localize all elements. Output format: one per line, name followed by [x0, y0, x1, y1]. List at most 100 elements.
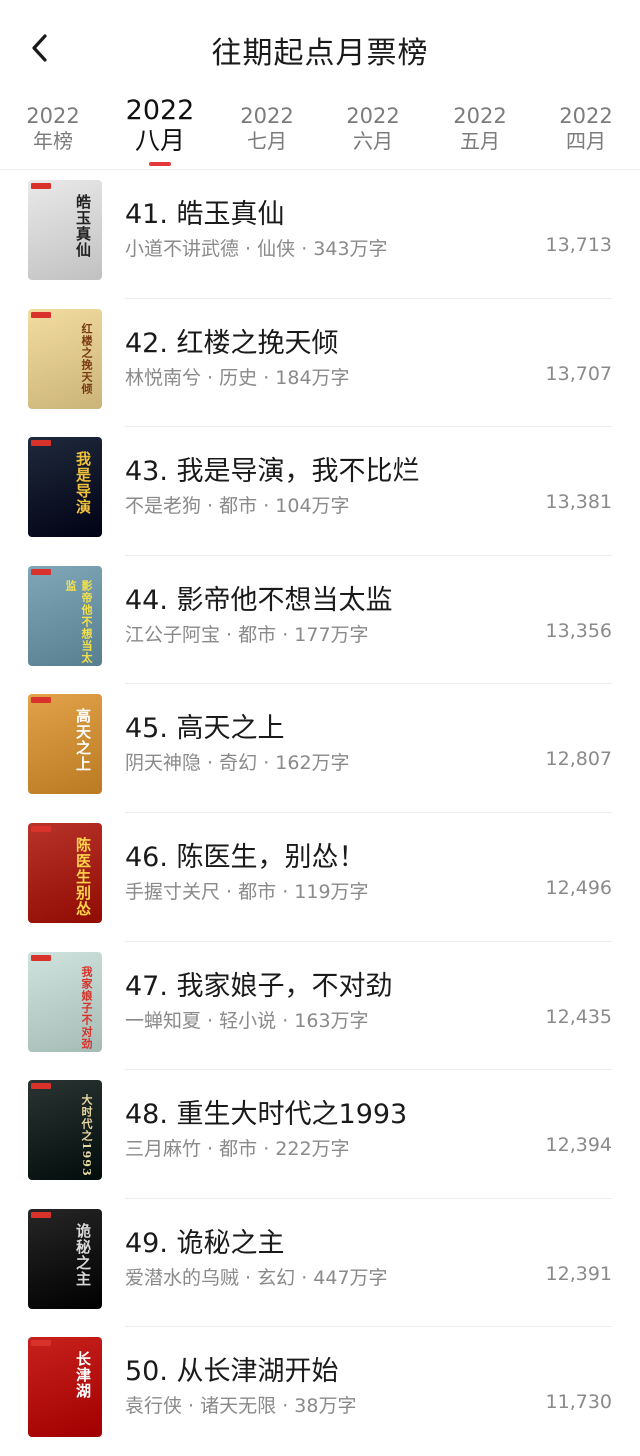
book-cover: 红楼之挽天倾	[28, 308, 102, 409]
book-title: 47. 我家娘子，不对劲	[125, 970, 393, 1002]
book-words: 38万字	[294, 1395, 357, 1418]
book-author: 林悦南兮	[125, 366, 202, 389]
book-cover: 我家娘子不对劲	[28, 951, 102, 1052]
book-title: 49. 诡秘之主	[125, 1227, 285, 1259]
vote-count: 12,391	[545, 1262, 612, 1285]
book-genre: 诸天无限	[200, 1395, 277, 1418]
tab-2022-july[interactable]: 2022 七月	[217, 92, 317, 170]
tab-year: 2022	[240, 104, 294, 128]
book-genre: 玄幻	[257, 1266, 296, 1289]
vote-count: 11,730	[545, 1391, 612, 1414]
book-words: 104万字	[275, 495, 350, 518]
book-genre: 都市	[219, 1138, 258, 1161]
book-genre: 都市	[238, 880, 277, 903]
tab-year: 2022	[125, 95, 195, 126]
book-title: 50. 从长津湖开始	[125, 1356, 339, 1388]
tab-year: 2022	[26, 104, 80, 128]
book-words: 447万字	[313, 1266, 388, 1289]
vote-count: 12,496	[545, 876, 612, 899]
book-row[interactable]: 长津湖 50. 从长津湖开始 袁行侠 · 诸天无限 · 38万字 11,730	[0, 1327, 640, 1456]
book-cover: 陈医生别怂	[28, 822, 102, 923]
book-author: 江公子阿宝	[125, 623, 221, 646]
book-meta: 袁行侠 · 诸天无限 · 38万字	[125, 1395, 357, 1418]
book-row[interactable]: 我家娘子不对劲 47. 我家娘子，不对劲 一蝉知夏 · 轻小说 · 163万字 …	[0, 942, 640, 1071]
book-meta: 不是老狗 · 都市 · 104万字	[125, 495, 350, 518]
ranking-list: 皓玉真仙 41. 皓玉真仙 小道不讲武德 · 仙侠 · 343万字 13,713…	[0, 170, 640, 1456]
book-title: 48. 重生大时代之1993	[125, 1099, 408, 1131]
book-cover: 影帝他不想当太监	[28, 565, 102, 666]
book-genre: 轻小说	[219, 1009, 277, 1032]
book-cover: 高天之上	[28, 694, 102, 795]
book-words: 162万字	[275, 752, 350, 775]
vote-count: 13,707	[545, 362, 612, 385]
book-cover: 皓玉真仙	[28, 180, 102, 280]
book-title: 44. 影帝他不想当太监	[125, 584, 393, 616]
vote-count: 13,381	[545, 491, 612, 514]
book-meta: 三月麻竹 · 都市 · 222万字	[125, 1138, 350, 1161]
tab-label: 五月	[460, 129, 500, 153]
book-meta: 爱潜水的乌贼 · 玄幻 · 447万字	[125, 1266, 388, 1289]
vote-count: 13,713	[545, 234, 612, 256]
book-genre: 奇幻	[219, 752, 258, 775]
book-words: 177万字	[294, 623, 369, 646]
vote-count: 12,435	[545, 1005, 612, 1028]
book-meta: 江公子阿宝 · 都市 · 177万字	[125, 623, 369, 646]
book-row[interactable]: 皓玉真仙 41. 皓玉真仙 小道不讲武德 · 仙侠 · 343万字 13,713	[0, 170, 640, 299]
book-row[interactable]: 红楼之挽天倾 42. 红楼之挽天倾 林悦南兮 · 历史 · 184万字 13,7…	[0, 299, 640, 428]
book-words: 222万字	[275, 1138, 350, 1161]
tab-label: 四月	[566, 129, 606, 153]
book-author: 阴天神隐	[125, 752, 202, 775]
book-genre: 历史	[219, 366, 258, 389]
book-meta: 手握寸关尺 · 都市 · 119万字	[125, 880, 369, 903]
active-tab-indicator	[149, 162, 171, 166]
book-author: 爱潜水的乌贼	[125, 1266, 240, 1289]
month-tabs: 2022 年榜 2022 八月 2022 七月 2022 六月 2022 五月 …	[0, 92, 640, 170]
book-title: 42. 红楼之挽天倾	[125, 327, 339, 359]
vote-count: 12,807	[545, 748, 612, 771]
vote-count: 13,356	[545, 619, 612, 642]
book-cover: 诡秘之主	[28, 1208, 102, 1309]
book-words: 184万字	[275, 366, 350, 389]
book-row[interactable]: 高天之上 45. 高天之上 阴天神隐 · 奇幻 · 162万字 12,807	[0, 684, 640, 813]
page-title: 往期起点月票榜	[211, 36, 429, 71]
book-meta: 林悦南兮 · 历史 · 184万字	[125, 366, 350, 389]
book-genre: 都市	[238, 623, 277, 646]
book-author: 小道不讲武德	[125, 238, 240, 260]
book-author: 袁行侠	[125, 1395, 183, 1418]
vote-count: 12,394	[545, 1134, 612, 1157]
tab-label: 年榜	[33, 129, 73, 153]
book-author: 三月麻竹	[125, 1138, 202, 1161]
book-cover: 长津湖	[28, 1337, 102, 1438]
tab-label: 八月	[134, 126, 185, 155]
tab-2022-april[interactable]: 2022 四月	[536, 92, 636, 170]
book-title: 43. 我是导演，我不比烂	[125, 456, 420, 488]
tab-label: 六月	[353, 129, 393, 153]
book-title: 45. 高天之上	[125, 713, 285, 745]
book-title: 41. 皓玉真仙	[125, 199, 285, 230]
tab-2022-year[interactable]: 2022 年榜	[3, 92, 103, 170]
tab-2022-august[interactable]: 2022 八月	[110, 92, 210, 170]
book-cover: 我是导演	[28, 437, 102, 538]
header: 往期起点月票榜	[0, 0, 640, 92]
book-title: 46. 陈医生，别怂！	[125, 841, 366, 873]
book-words: 343万字	[313, 238, 388, 260]
book-words: 119万字	[294, 880, 369, 903]
book-meta: 一蝉知夏 · 轻小说 · 163万字	[125, 1009, 369, 1032]
tab-year: 2022	[346, 104, 400, 128]
book-genre: 都市	[219, 495, 258, 518]
tab-year: 2022	[559, 104, 613, 128]
book-row[interactable]: 我是导演 43. 我是导演，我不比烂 不是老狗 · 都市 · 104万字 13,…	[0, 427, 640, 556]
book-row[interactable]: 大时代之1993 48. 重生大时代之1993 三月麻竹 · 都市 · 222万…	[0, 1070, 640, 1199]
book-row[interactable]: 诡秘之主 49. 诡秘之主 爱潜水的乌贼 · 玄幻 · 447万字 12,391	[0, 1199, 640, 1328]
book-row[interactable]: 陈医生别怂 46. 陈医生，别怂！ 手握寸关尺 · 都市 · 119万字 12,…	[0, 813, 640, 942]
book-cover: 大时代之1993	[28, 1080, 102, 1181]
book-row[interactable]: 影帝他不想当太监 44. 影帝他不想当太监 江公子阿宝 · 都市 · 177万字…	[0, 556, 640, 685]
tab-2022-may[interactable]: 2022 五月	[430, 92, 530, 170]
book-meta: 小道不讲武德 · 仙侠 · 343万字	[125, 238, 388, 260]
book-author: 一蝉知夏	[125, 1009, 202, 1032]
book-words: 163万字	[294, 1009, 369, 1032]
book-genre: 仙侠	[257, 238, 296, 260]
tab-2022-june[interactable]: 2022 六月	[323, 92, 423, 170]
tab-year: 2022	[453, 104, 507, 128]
book-author: 不是老狗	[125, 495, 202, 518]
